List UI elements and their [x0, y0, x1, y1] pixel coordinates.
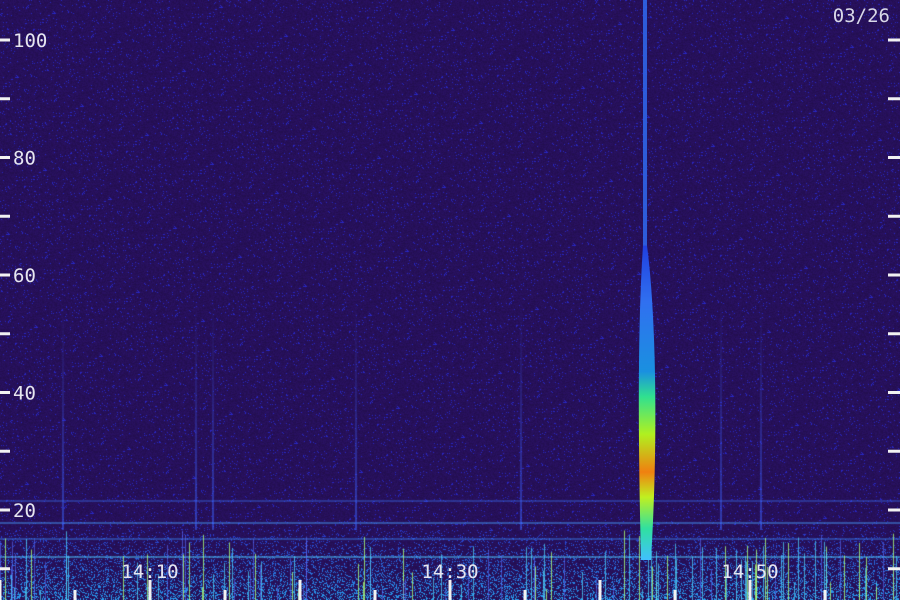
- signal-streaks: [638, 0, 656, 560]
- x-axis-ticks: [0, 580, 827, 600]
- event-streak-upper: [643, 0, 647, 275]
- y-tick-label: 60: [13, 265, 36, 287]
- y-tick-label: 40: [13, 383, 36, 405]
- y-axis-ticks: [0, 38, 900, 571]
- x-tick-label: 14:50: [721, 561, 778, 583]
- date-label: 03/26: [832, 5, 890, 27]
- y-axis-labels: 100 80 60 40 20: [13, 30, 47, 522]
- x-tick-label: 14:10: [121, 561, 178, 583]
- x-tick-label: 14:30: [421, 561, 478, 583]
- y-tick-label: 100: [13, 30, 47, 52]
- y-tick-label: 80: [13, 148, 36, 170]
- y-tick-label: 20: [13, 500, 36, 522]
- event-streak: [638, 245, 656, 560]
- spectrogram-panel: 100 80 60 40 20 14:10 14:30 14:50 03/26: [0, 0, 900, 600]
- x-axis-labels: 14:10 14:30 14:50: [121, 561, 778, 583]
- spectrogram-chart: 100 80 60 40 20 14:10 14:30 14:50: [0, 0, 900, 600]
